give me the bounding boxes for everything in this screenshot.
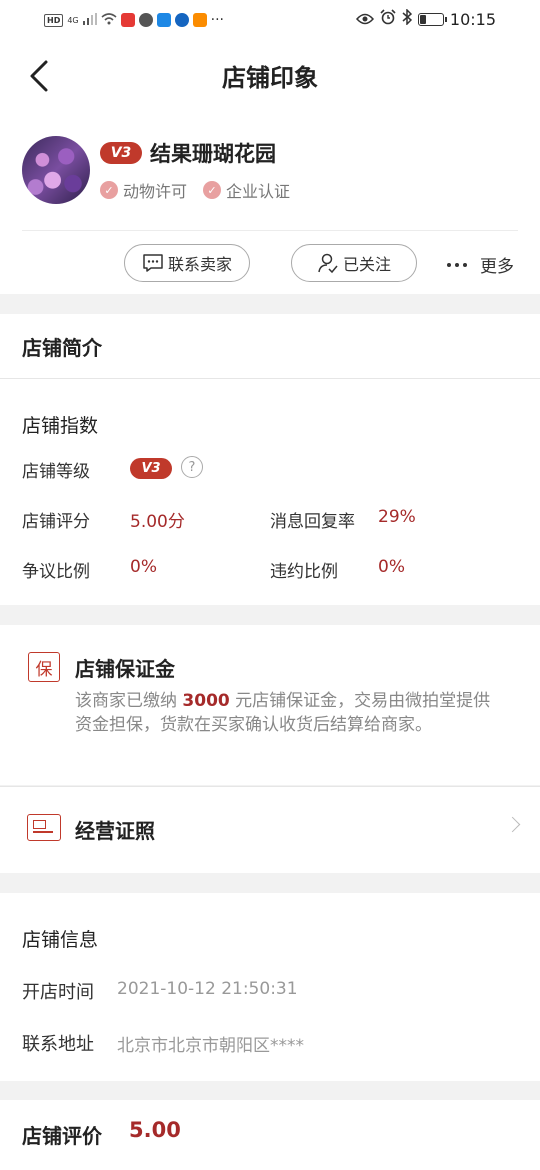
deposit-description: 该商家已缴纳 3000 元店铺保证金，交易由微拍堂提供资金担保，货款在买家确认收…	[75, 689, 505, 737]
chat-icon	[143, 254, 163, 272]
clock-time: 10:15	[449, 9, 496, 29]
cert-label: 企业认证	[226, 182, 291, 201]
deposit-shield-icon: 保	[28, 652, 60, 682]
shop-level-label: 店铺等级	[22, 462, 90, 482]
section-heading: 店铺简介	[22, 336, 102, 360]
shop-header-card: V3 结果珊瑚花园 ✓ 动物许可 ✓ 企业认证 联系卖家 已关注 更多	[0, 112, 540, 294]
contact-seller-label: 联系卖家	[167, 255, 232, 274]
wifi-icon	[101, 12, 117, 28]
open-time-value: 2021-10-12 21:50:31	[117, 979, 298, 999]
cert-animal-permit[interactable]: ✓ 动物许可	[100, 178, 187, 202]
more-notifications-icon: ···	[210, 12, 224, 28]
bluetooth-icon	[402, 8, 412, 29]
shop-intro-section: 店铺简介	[0, 314, 540, 378]
license-title: 经营证照	[75, 819, 155, 843]
app-notification-icon	[120, 13, 135, 27]
app-notification-icon	[156, 13, 171, 27]
cert-label: 动物许可	[123, 182, 188, 201]
signal-icon	[82, 12, 97, 28]
shop-level-badge: V3	[100, 142, 142, 164]
battery-icon	[417, 12, 447, 26]
help-icon[interactable]: ?	[181, 456, 203, 478]
deposit-text-before: 该商家已缴纳	[75, 691, 183, 711]
section-heading: 店铺评价	[22, 1124, 102, 1148]
reply-rate-value: 29%	[378, 507, 416, 527]
shop-name: 结果珊瑚花园	[150, 142, 276, 166]
shop-score-value: 5.00分	[130, 512, 185, 532]
shop-name-row: V3 结果珊瑚花园	[100, 138, 276, 168]
page-title: 店铺印象	[222, 64, 318, 92]
shop-score-label: 店铺评分	[22, 512, 90, 532]
status-bar: HD 4G ··· 10:15	[0, 0, 540, 40]
status-bar-right: 10:15	[355, 8, 496, 29]
open-time-label: 开店时间	[22, 982, 94, 1003]
user-followed-icon	[318, 253, 338, 274]
business-license-row[interactable]: 经营证照	[0, 787, 540, 873]
status-bar-left: HD 4G ···	[44, 12, 224, 28]
hd-indicator: HD	[44, 13, 64, 27]
contact-seller-button[interactable]: 联系卖家	[124, 244, 250, 282]
app-notification-icon	[138, 13, 153, 27]
app-notification-icon	[174, 13, 189, 27]
deposit-amount: 3000	[182, 691, 230, 711]
divider	[22, 230, 518, 231]
shop-rating-section[interactable]: 店铺评价 5.00	[0, 1100, 540, 1170]
breach-ratio-value: 0%	[378, 557, 405, 577]
breach-ratio-label: 违约比例	[270, 562, 338, 582]
shop-info-section: 店铺信息 开店时间 2021-10-12 21:50:31 联系地址 北京市北京…	[0, 893, 540, 1081]
nav-bar: 店铺印象	[0, 40, 540, 112]
more-label: 更多	[480, 257, 514, 277]
section-heading: 店铺指数	[22, 415, 99, 437]
shop-level-badge: V3	[130, 458, 172, 479]
address-value: 北京市北京市朝阳区****	[117, 1036, 304, 1056]
alarm-icon	[380, 9, 396, 29]
reply-rate-label: 消息回复率	[270, 512, 355, 532]
check-icon: ✓	[100, 181, 118, 199]
shop-avatar[interactable]	[22, 136, 90, 204]
rating-score: 5.00	[129, 1118, 181, 1142]
app-notification-icon	[192, 13, 207, 27]
license-card-icon	[27, 814, 61, 841]
certification-list: ✓ 动物许可 ✓ 企业认证	[100, 178, 290, 202]
follow-label: 已关注	[342, 255, 391, 274]
check-icon: ✓	[203, 181, 222, 199]
network-signal-label: 4G	[67, 15, 79, 25]
dispute-ratio-label: 争议比例	[22, 562, 90, 582]
more-dots-icon	[447, 262, 467, 267]
dispute-ratio-value: 0%	[130, 557, 157, 577]
deposit-title: 店铺保证金	[75, 657, 175, 681]
more-button[interactable]: 更多	[446, 252, 514, 277]
chevron-right-icon	[504, 816, 521, 833]
address-label: 联系地址	[22, 1034, 94, 1055]
eye-icon	[355, 10, 374, 29]
cert-enterprise[interactable]: ✓ 企业认证	[203, 178, 290, 202]
shop-index-section: 店铺指数 店铺等级 V3 ? 店铺评分 5.00分 消息回复率 29% 争议比例…	[0, 379, 540, 605]
follow-button[interactable]: 已关注	[291, 244, 417, 282]
section-heading: 店铺信息	[22, 929, 99, 951]
deposit-section: 保 店铺保证金 该商家已缴纳 3000 元店铺保证金，交易由微拍堂提供资金担保，…	[0, 625, 540, 785]
